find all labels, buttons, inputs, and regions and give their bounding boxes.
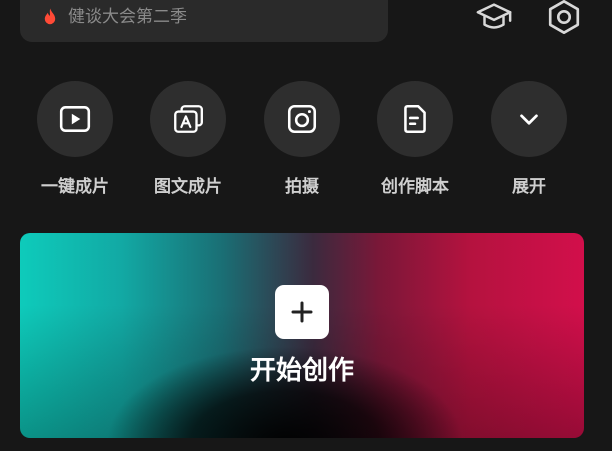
plus-button[interactable] xyxy=(275,285,329,339)
chevron-down-icon xyxy=(512,102,546,136)
search-suggestion-text: 健谈大会第二季 xyxy=(68,7,187,27)
script-icon xyxy=(398,102,432,136)
quick-action-image-text-video[interactable]: 图文成片 xyxy=(133,81,243,201)
quick-action-creative-script[interactable]: 创作脚本 xyxy=(360,81,470,201)
quick-action-circle[interactable] xyxy=(264,81,340,157)
quick-action-expand[interactable]: 展开 xyxy=(474,81,584,201)
image-text-icon xyxy=(171,102,205,136)
start-creating-label: 开始创作 xyxy=(249,356,354,386)
quick-action-label: 展开 xyxy=(512,177,546,197)
camera-icon xyxy=(285,102,319,136)
play-video-icon xyxy=(58,102,92,136)
quick-action-label: 一键成片 xyxy=(41,177,109,197)
plus-icon xyxy=(289,299,315,325)
start-creating-card[interactable]: 开始创作 xyxy=(20,233,584,438)
quick-action-label: 图文成片 xyxy=(154,177,222,197)
flame-icon xyxy=(40,7,60,27)
settings-icon[interactable] xyxy=(545,0,583,36)
quick-action-label: 拍摄 xyxy=(285,177,319,197)
graduation-cap-icon[interactable] xyxy=(475,0,513,36)
quick-action-circle[interactable] xyxy=(377,81,453,157)
quick-action-label: 创作脚本 xyxy=(381,177,449,197)
quick-action-circle[interactable] xyxy=(491,81,567,157)
quick-action-circle[interactable] xyxy=(150,81,226,157)
quick-action-shoot[interactable]: 拍摄 xyxy=(247,81,357,201)
quick-action-one-click-video[interactable]: 一键成片 xyxy=(20,81,130,201)
quick-action-circle[interactable] xyxy=(37,81,113,157)
